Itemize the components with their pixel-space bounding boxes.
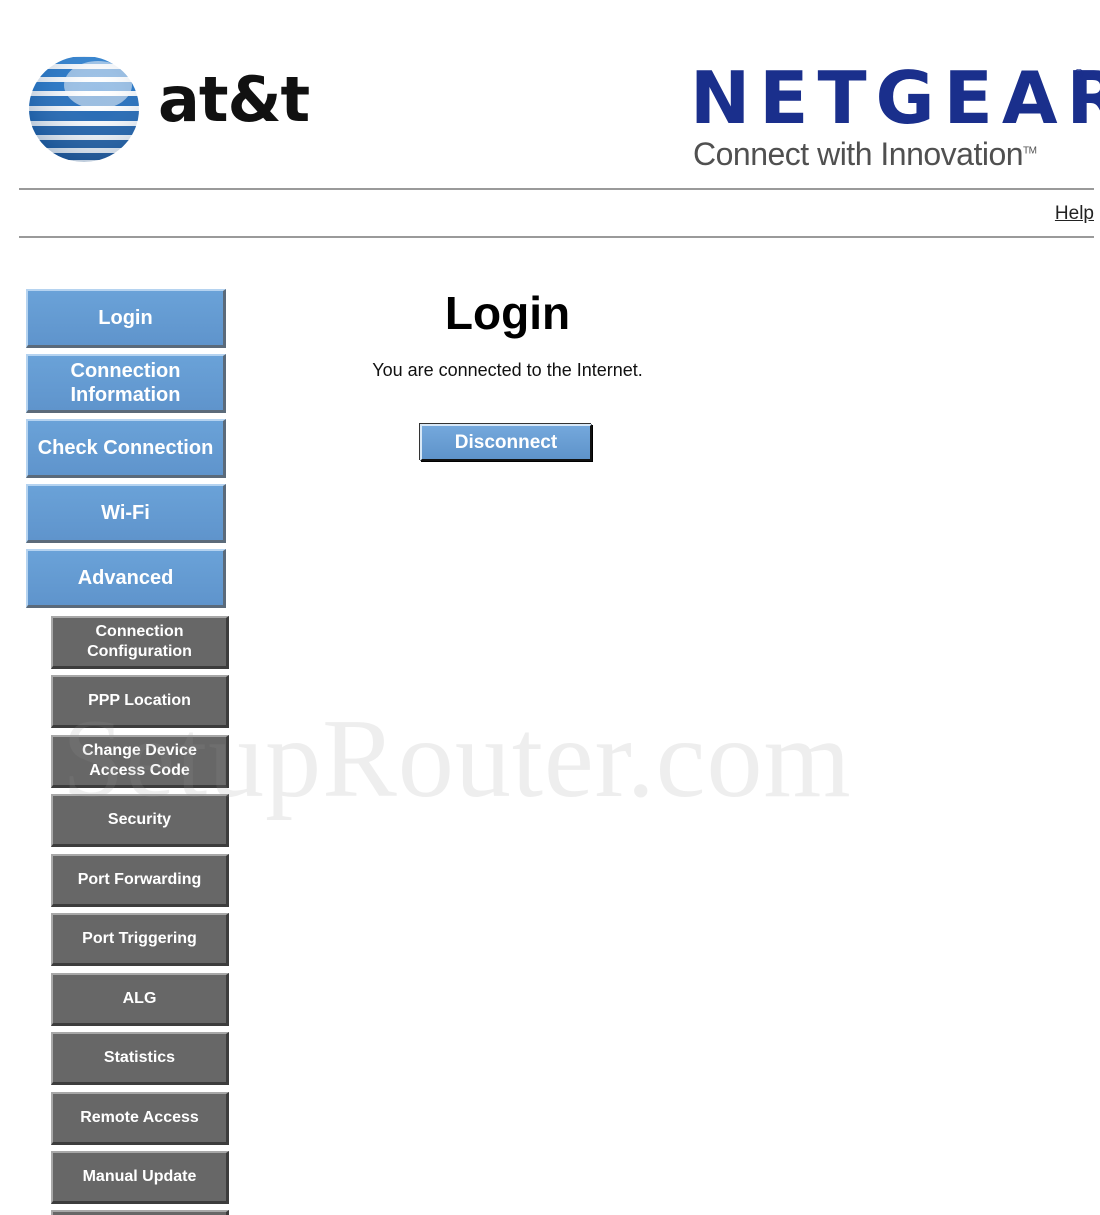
nav-check-connection-button[interactable]: Check Connection: [26, 419, 226, 478]
nav-connection-configuration-button[interactable]: Connection Configuration: [51, 616, 229, 669]
nav-statistics-button[interactable]: Statistics: [51, 1032, 229, 1085]
nav-advanced-button[interactable]: Advanced: [26, 549, 226, 608]
help-link[interactable]: Help: [1055, 203, 1094, 225]
nav-manual-update-button[interactable]: Manual Update: [51, 1151, 229, 1204]
tagline-text: Connect with Innovation: [693, 136, 1024, 172]
nav-port-forwarding-button[interactable]: Port Forwarding: [51, 854, 229, 907]
trademark-mark: TM: [1023, 145, 1037, 157]
netgear-logo: NETGEAR ® Connect with InnovationTM: [690, 62, 1100, 177]
registered-mark: ®: [1074, 66, 1084, 81]
nav-connection-information-button[interactable]: Connection Information: [26, 354, 226, 413]
nav-ppp-location-button[interactable]: PPP Location: [51, 675, 229, 728]
att-wordmark: at&t: [158, 63, 310, 136]
disconnect-button[interactable]: Disconnect: [420, 424, 592, 461]
nav-remote-access-button[interactable]: Remote Access: [51, 1092, 229, 1145]
header-divider-bottom: [19, 236, 1094, 238]
nav-security-button[interactable]: Security: [51, 794, 229, 847]
nav-port-triggering-button[interactable]: Port Triggering: [51, 913, 229, 966]
nav-wifi-button[interactable]: Wi-Fi: [26, 484, 226, 543]
nav-login-button[interactable]: Login: [26, 289, 226, 348]
att-globe-icon: [29, 56, 139, 162]
nav-change-device-access-code-button[interactable]: Change Device Access Code: [51, 735, 229, 788]
connection-status-text: You are connected to the Internet.: [372, 360, 643, 380]
netgear-wordmark: NETGEAR: [690, 56, 1100, 140]
nav-more-button-partial[interactable]: [51, 1210, 229, 1215]
att-logo: at&t: [28, 55, 310, 165]
page-title: Login: [444, 287, 571, 339]
netgear-tagline: Connect with InnovationTM: [693, 138, 1037, 170]
nav-alg-button[interactable]: ALG: [51, 973, 229, 1026]
header-divider-top: [19, 188, 1094, 190]
